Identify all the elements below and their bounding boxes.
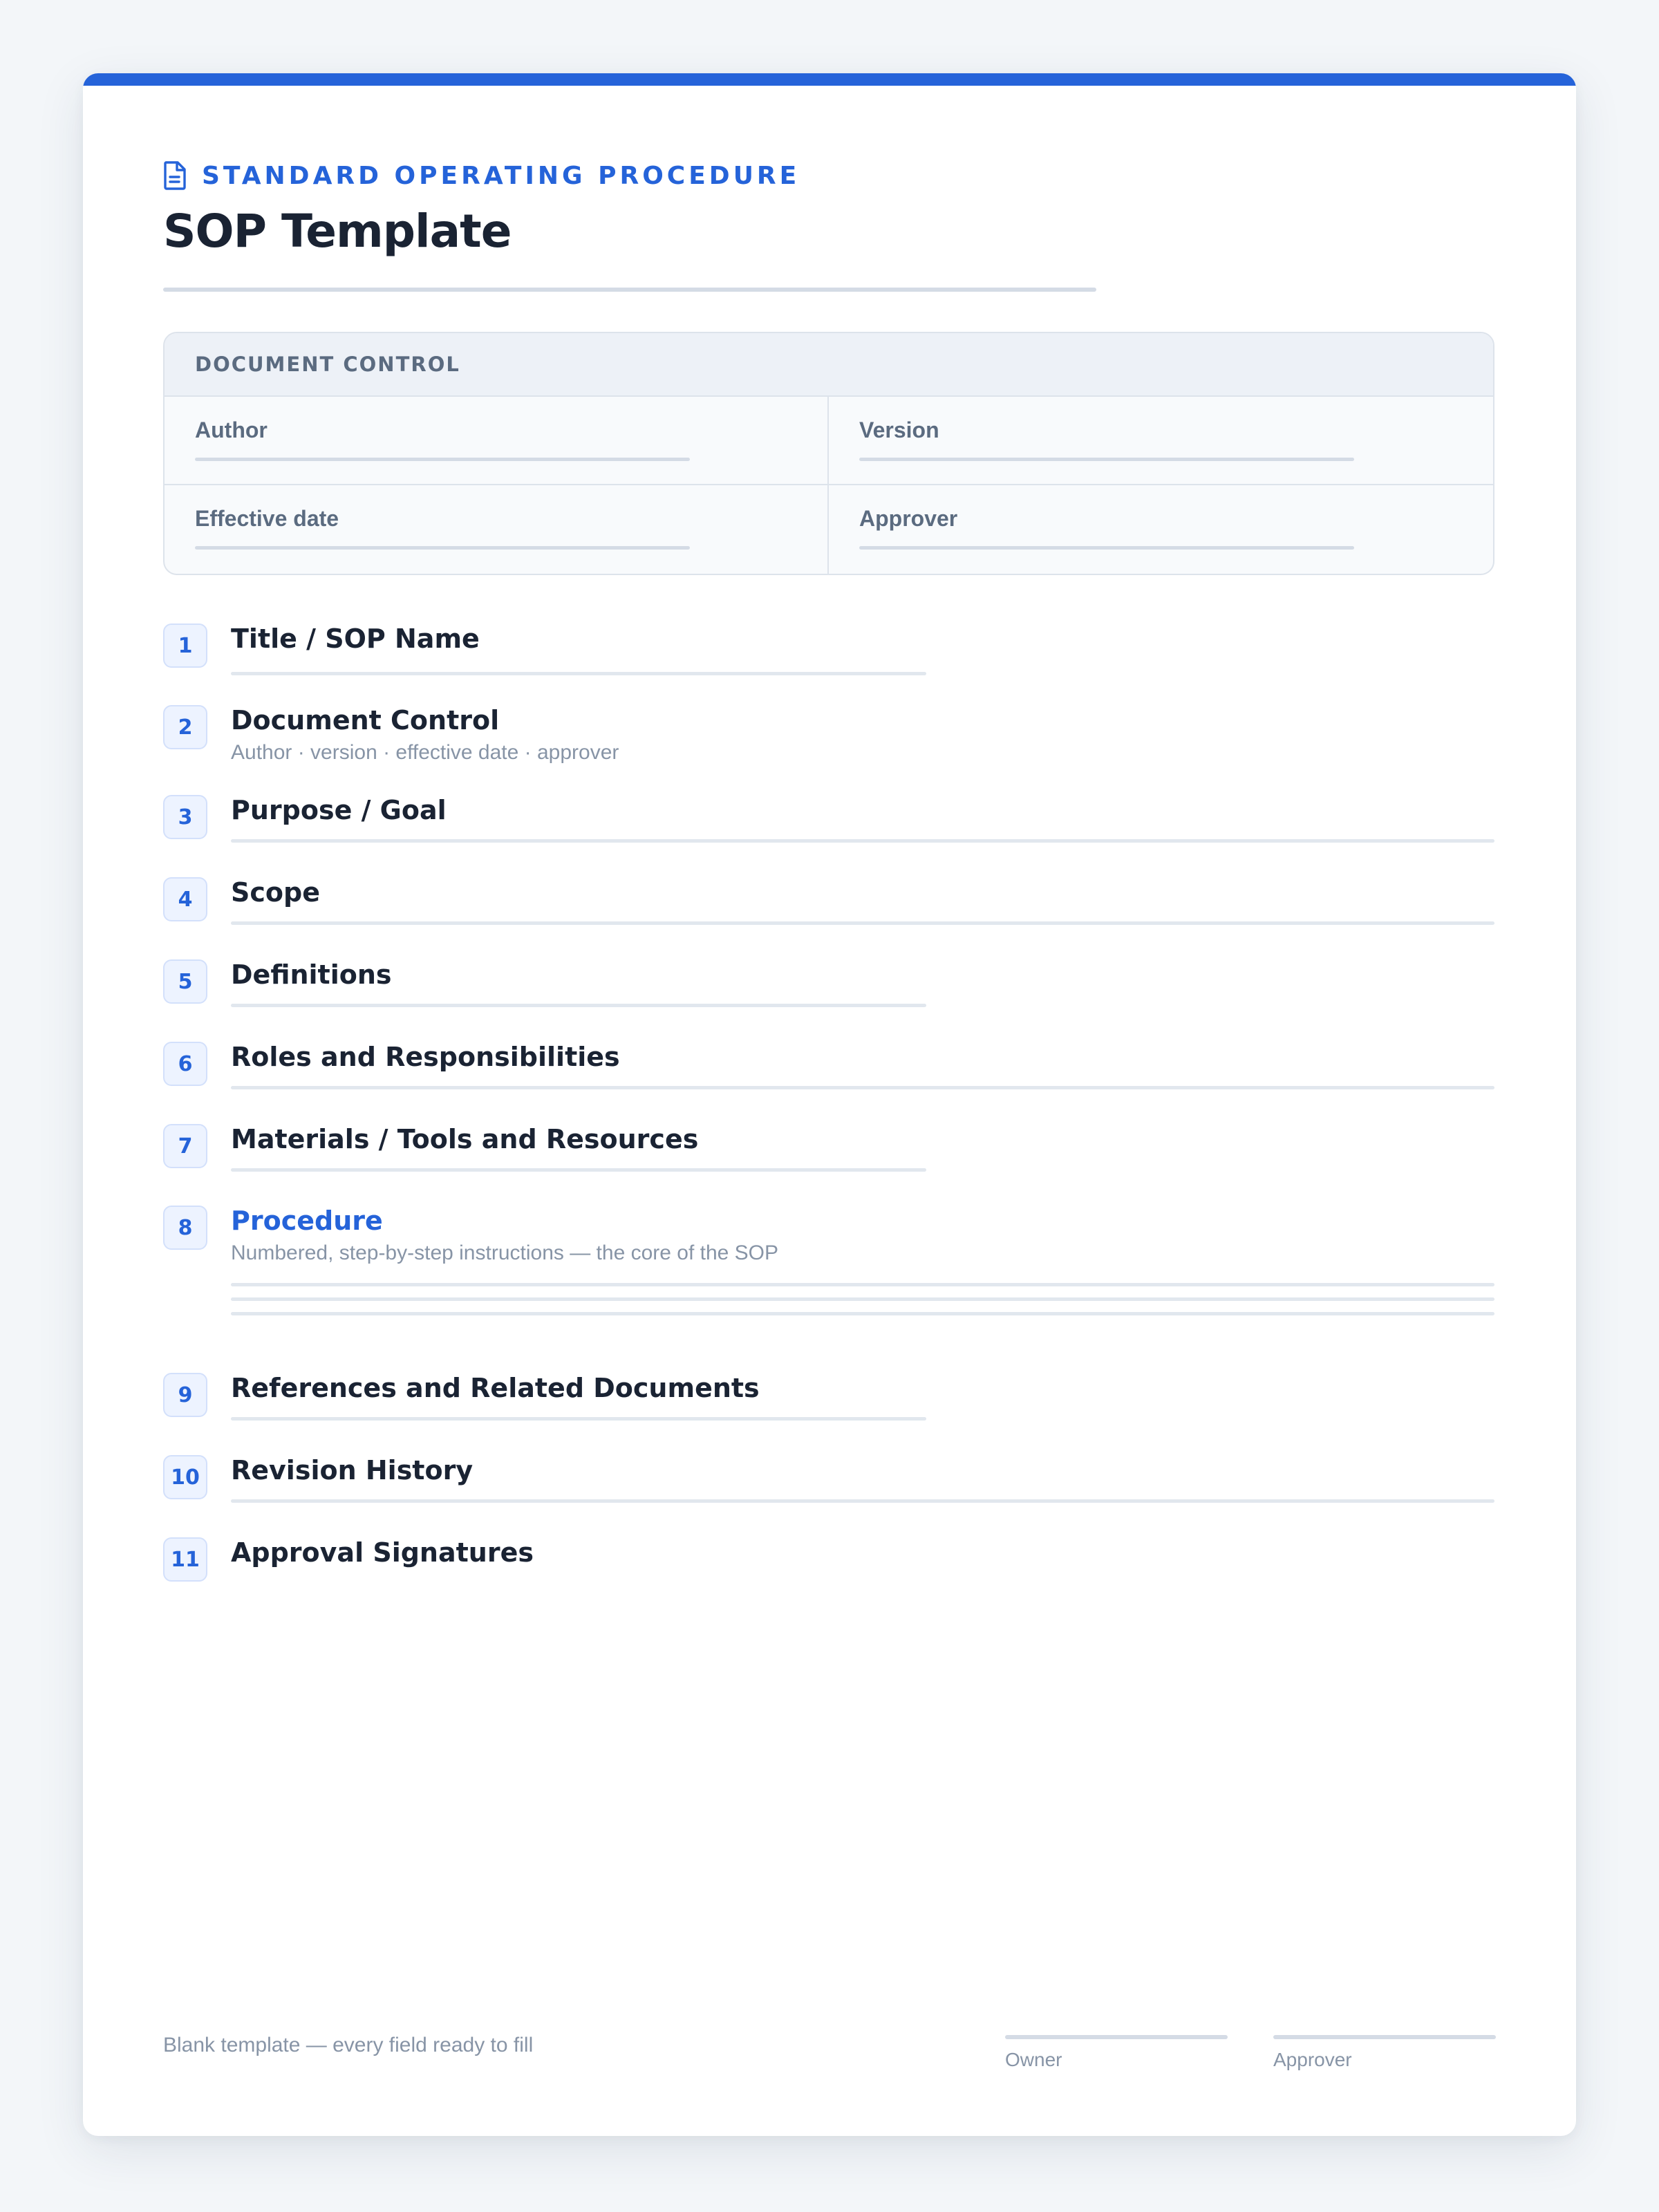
section-fill-line — [231, 1004, 926, 1007]
author-label: Author — [195, 418, 268, 442]
eyebrow-label: STANDARD OPERATING PROCEDURE — [202, 161, 800, 190]
approver-signature-label: Approver — [1273, 2049, 1352, 2070]
section-number-badge: 4 — [163, 877, 207, 921]
section-title: Procedure — [231, 1206, 383, 1236]
section-fill-line — [231, 1312, 1494, 1315]
section-fill-line — [231, 672, 926, 675]
section-title: References and Related Documents — [231, 1373, 760, 1403]
approver-field[interactable]: Approver — [829, 485, 1493, 574]
effective-date-fill-line — [195, 546, 690, 550]
sop-template-card: STANDARD OPERATING PROCEDURE SOP Templat… — [83, 73, 1576, 2136]
author-fill-line — [195, 458, 690, 461]
section-fill-line — [231, 1168, 926, 1172]
section-subtitle: Author · version · effective date · appr… — [231, 741, 619, 764]
section-fill-line — [231, 1297, 1494, 1301]
section-number-badge: 10 — [163, 1455, 207, 1499]
version-label: Version — [859, 418, 939, 442]
document-control-header: DOCUMENT CONTROL — [165, 333, 1493, 397]
eyebrow: STANDARD OPERATING PROCEDURE — [163, 159, 800, 192]
section-fill-line — [231, 1499, 1494, 1503]
effective-date-label: Effective date — [195, 506, 339, 531]
section-title: Materials / Tools and Resources — [231, 1124, 699, 1154]
section-number-badge: 11 — [163, 1537, 207, 1582]
card-accent-bar — [83, 73, 1576, 86]
approver-signature-line — [1273, 2035, 1496, 2039]
approver-label: Approver — [859, 506, 958, 531]
document-control-panel: DOCUMENT CONTROL Author Version Effectiv… — [163, 332, 1494, 575]
author-field[interactable]: Author — [165, 397, 829, 485]
section-number-badge: 2 — [163, 705, 207, 749]
footer-note: Blank template — every field ready to fi… — [163, 2034, 534, 2056]
effective-date-field[interactable]: Effective date — [165, 485, 829, 574]
section-number-badge: 5 — [163, 959, 207, 1004]
section-fill-line — [231, 1086, 1494, 1089]
owner-signature-line — [1005, 2035, 1228, 2039]
section-number-badge: 8 — [163, 1206, 207, 1250]
section-title: Purpose / Goal — [231, 795, 447, 825]
section-title: Document Control — [231, 705, 500, 735]
section-title: Scope — [231, 877, 320, 908]
version-fill-line — [859, 458, 1354, 461]
section-fill-line — [231, 1417, 926, 1421]
section-number-badge: 6 — [163, 1042, 207, 1086]
section-number-badge: 3 — [163, 795, 207, 839]
owner-signature-label: Owner — [1005, 2049, 1062, 2070]
section-fill-line — [231, 1283, 1494, 1286]
approver-fill-line — [859, 546, 1354, 550]
section-title: Roles and Responsibilities — [231, 1042, 620, 1072]
title-rule — [163, 288, 1096, 292]
section-number-badge: 9 — [163, 1373, 207, 1417]
section-title: Definitions — [231, 959, 392, 990]
section-fill-line — [231, 921, 1494, 925]
section-number-badge: 7 — [163, 1124, 207, 1168]
section-title: Revision History — [231, 1455, 474, 1485]
section-number-badge: 1 — [163, 624, 207, 668]
section-title: Title / SOP Name — [231, 624, 480, 654]
version-field[interactable]: Version — [829, 397, 1493, 485]
section-title: Approval Signatures — [231, 1537, 534, 1568]
page-title: SOP Template — [163, 205, 512, 258]
section-subtitle: Numbered, step-by-step instructions — th… — [231, 1241, 779, 1264]
document-control-heading: DOCUMENT CONTROL — [195, 353, 460, 376]
document-icon — [164, 161, 186, 190]
section-fill-line — [231, 839, 1494, 843]
